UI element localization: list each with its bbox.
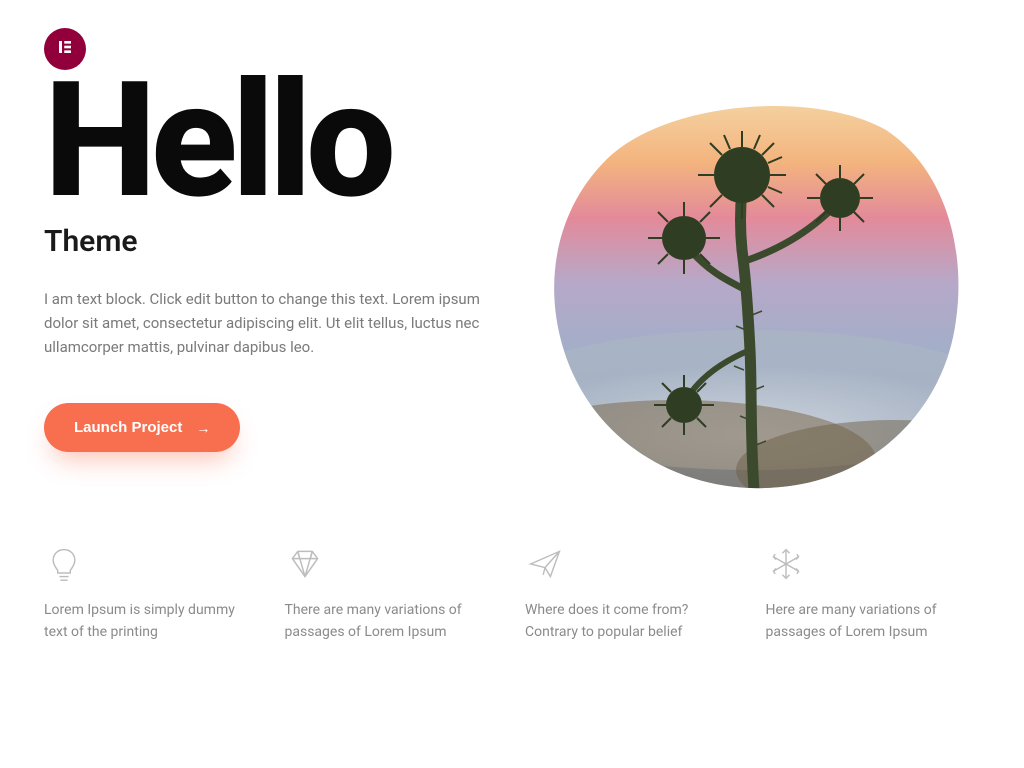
feature-text: Where does it come from? Contrary to pop…: [525, 600, 740, 643]
paper-plane-icon: [525, 544, 565, 584]
snowflake-icon: [766, 544, 806, 584]
feature-text: Lorem Ipsum is simply dummy text of the …: [44, 600, 259, 643]
hero-section: Hello Theme I am text block. Click edit …: [44, 80, 980, 490]
launch-project-button[interactable]: Launch Project →: [44, 403, 240, 452]
feature-item: There are many variations of passages of…: [285, 544, 500, 643]
feature-text: There are many variations of passages of…: [285, 600, 500, 643]
lightbulb-icon: [44, 544, 84, 584]
diamond-icon: [285, 544, 325, 584]
feature-item: Lorem Ipsum is simply dummy text of the …: [44, 544, 259, 643]
arrow-right-icon: →: [196, 420, 210, 436]
hero-image: [536, 90, 966, 490]
hero-body-text: I am text block. Click edit button to ch…: [44, 287, 502, 359]
launch-button-label: Launch Project: [74, 419, 182, 436]
features-row: Lorem Ipsum is simply dummy text of the …: [44, 544, 980, 643]
feature-item: Here are many variations of passages of …: [766, 544, 981, 643]
hero-title: Hello: [44, 70, 502, 214]
feature-text: Here are many variations of passages of …: [766, 600, 981, 643]
feature-item: Where does it come from? Contrary to pop…: [525, 544, 740, 643]
